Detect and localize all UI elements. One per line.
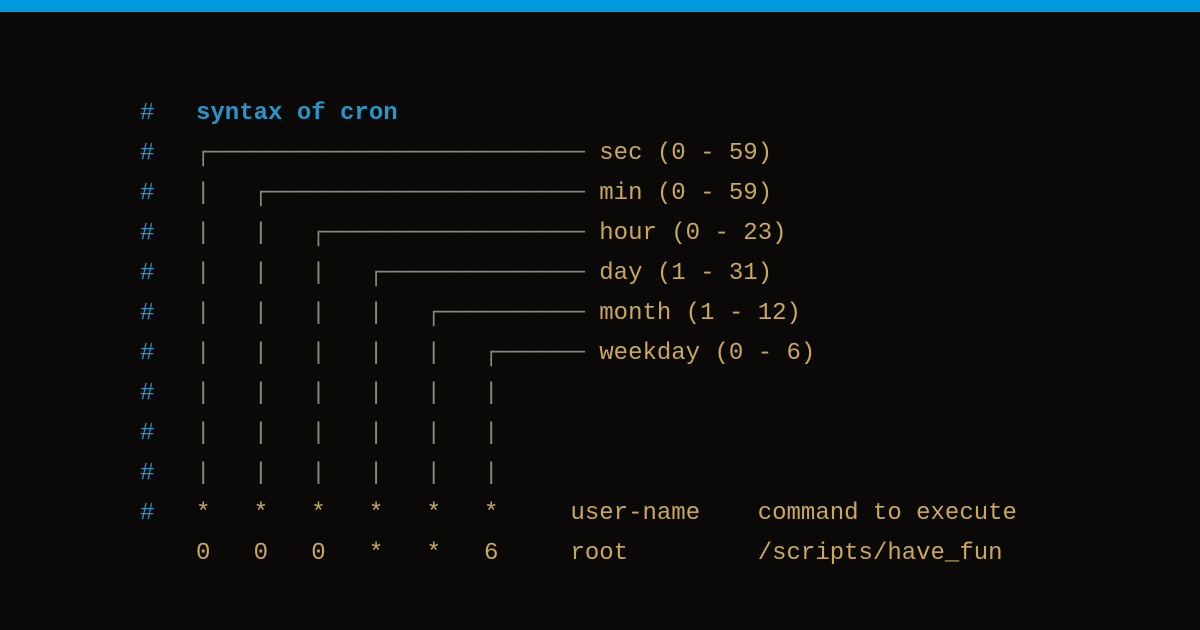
hash-symbol: # bbox=[140, 294, 196, 334]
hash-symbol: # bbox=[140, 254, 196, 294]
hash-symbol: # bbox=[140, 374, 196, 414]
field-row: #| | | | | ┌────── weekday (0 - 6) bbox=[140, 334, 1200, 374]
field-rows: #┌────────────────────────── sec (0 - 59… bbox=[140, 134, 1200, 374]
pipe-glyph: | bbox=[311, 254, 369, 294]
pipe-glyph: | bbox=[311, 294, 369, 334]
field-row: #| | ┌────────────────── hour (0 - 23) bbox=[140, 214, 1200, 254]
field-row: #| | | ┌────────────── day (1 - 31) bbox=[140, 254, 1200, 294]
pipe-glyph: | bbox=[196, 174, 254, 214]
pipe-glyph: | bbox=[196, 294, 254, 334]
pipe-glyph: | bbox=[254, 374, 312, 414]
hash-symbol: # bbox=[140, 494, 196, 534]
diagram-title: syntax of cron bbox=[196, 94, 398, 134]
example-command: /scripts/have_fun bbox=[758, 534, 1003, 574]
pipe-glyph: | bbox=[369, 334, 427, 374]
pipe-glyph: | bbox=[311, 334, 369, 374]
pipe-glyph: | bbox=[196, 414, 254, 454]
example-user: root bbox=[570, 534, 628, 574]
pipe-glyph: | bbox=[311, 454, 369, 494]
field-label: weekday (0 - 6) bbox=[599, 334, 815, 374]
field-label: min (0 - 59) bbox=[599, 174, 772, 214]
pipe-glyph: | bbox=[426, 374, 484, 414]
pipe-glyph: | bbox=[369, 294, 427, 334]
pipe-glyph: | bbox=[484, 454, 542, 494]
pipe-glyph: | bbox=[311, 374, 369, 414]
pipe-glyph: | bbox=[254, 334, 312, 374]
hash-symbol: # bbox=[140, 454, 196, 494]
pipe-glyph: | bbox=[196, 454, 254, 494]
corner-glyph: ┌────────────────── bbox=[311, 214, 599, 254]
command-label: command to execute bbox=[758, 494, 1017, 534]
pipe-glyph: | bbox=[196, 374, 254, 414]
top-accent-bar bbox=[0, 0, 1200, 12]
pipe-glyph: | bbox=[254, 454, 312, 494]
pipe-glyph: | bbox=[369, 414, 427, 454]
pipe-glyph: | bbox=[484, 374, 542, 414]
pipe-glyph: | bbox=[426, 334, 484, 374]
hash-symbol: # bbox=[140, 174, 196, 214]
corner-glyph: ┌────────────────────── bbox=[254, 174, 600, 214]
pipe-glyph: | bbox=[196, 254, 254, 294]
syntax-stars: * * * * * * bbox=[196, 494, 570, 534]
pipe-glyph: | bbox=[311, 414, 369, 454]
field-label: day (1 - 31) bbox=[599, 254, 772, 294]
pipe-row: #| | | | | | bbox=[140, 414, 1200, 454]
hash-symbol: # bbox=[140, 214, 196, 254]
pipe-glyph: | bbox=[426, 414, 484, 454]
pipe-glyph: | bbox=[254, 294, 312, 334]
pipe-rows: #| | | | | | #| | | | | | #| | | | | | bbox=[140, 374, 1200, 494]
hash-symbol: # bbox=[140, 134, 196, 174]
syntax-row: #* * * * * * user-name command to execut… bbox=[140, 494, 1200, 534]
field-label: hour (0 - 23) bbox=[599, 214, 786, 254]
field-row: #┌────────────────────────── sec (0 - 59… bbox=[140, 134, 1200, 174]
field-label: month (1 - 12) bbox=[599, 294, 801, 334]
hash-symbol: # bbox=[140, 94, 196, 134]
corner-glyph: ┌────────────── bbox=[369, 254, 599, 294]
pipe-glyph: | bbox=[254, 214, 312, 254]
pipe-glyph: | bbox=[426, 454, 484, 494]
pipe-glyph: | bbox=[254, 414, 312, 454]
field-row: #| | | | ┌────────── month (1 - 12) bbox=[140, 294, 1200, 334]
hash-spacer bbox=[140, 534, 196, 574]
pipe-glyph: | bbox=[369, 454, 427, 494]
cron-diagram: # syntax of cron #┌─────────────────────… bbox=[0, 12, 1200, 574]
pipe-glyph: | bbox=[196, 214, 254, 254]
pipe-glyph: | bbox=[254, 254, 312, 294]
corner-glyph: ┌────── bbox=[484, 334, 599, 374]
user-label: user-name bbox=[570, 494, 700, 534]
field-label: sec (0 - 59) bbox=[599, 134, 772, 174]
pipe-row: #| | | | | | bbox=[140, 374, 1200, 414]
example-values: 0 0 0 * * 6 bbox=[196, 534, 570, 574]
corner-glyph: ┌────────────────────────── bbox=[196, 134, 599, 174]
pipe-row: #| | | | | | bbox=[140, 454, 1200, 494]
hash-symbol: # bbox=[140, 414, 196, 454]
title-row: # syntax of cron bbox=[140, 94, 1200, 134]
corner-glyph: ┌────────── bbox=[426, 294, 599, 334]
hash-symbol: # bbox=[140, 334, 196, 374]
pipe-glyph: | bbox=[484, 414, 542, 454]
pipe-glyph: | bbox=[196, 334, 254, 374]
field-row: #| ┌────────────────────── min (0 - 59) bbox=[140, 174, 1200, 214]
pipe-glyph: | bbox=[369, 374, 427, 414]
example-row: 0 0 0 * * 6 root /scripts/have_fun bbox=[140, 534, 1200, 574]
